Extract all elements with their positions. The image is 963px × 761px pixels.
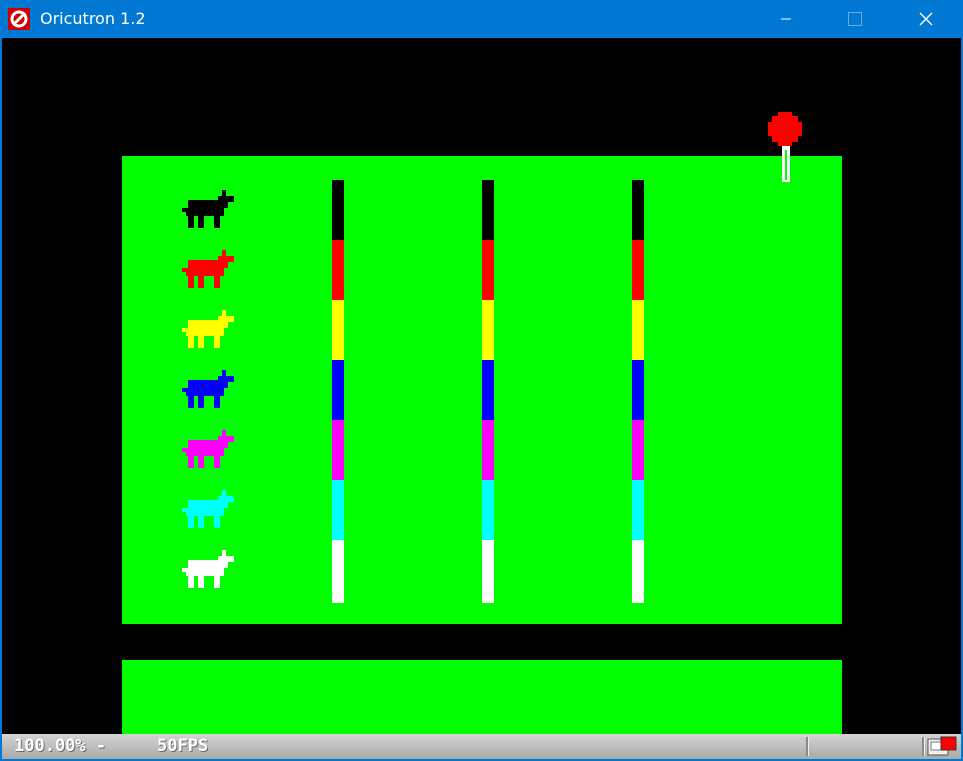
post-segment: [482, 180, 494, 240]
close-button[interactable]: [903, 0, 949, 38]
post-segment: [332, 240, 344, 300]
minimize-button[interactable]: [763, 0, 809, 38]
color-post: [482, 180, 494, 603]
post-segment: [632, 300, 644, 360]
post-segment: [632, 540, 644, 603]
maximize-button[interactable]: [832, 0, 878, 38]
post-segment: [332, 420, 344, 480]
post-segment: [632, 240, 644, 300]
color-post: [632, 180, 644, 603]
maximize-icon: [848, 12, 862, 26]
oricutron-logo-icon[interactable]: [8, 8, 30, 30]
post-segment: [482, 240, 494, 300]
post-segment: [632, 180, 644, 240]
post-segment: [632, 360, 644, 420]
horse-icon: [182, 310, 234, 348]
status-separator: [806, 737, 809, 756]
post-segment: [632, 420, 644, 480]
post-segment: [332, 180, 344, 240]
race-field: [122, 156, 842, 624]
speed-readout: 100.00% -: [14, 736, 107, 756]
fps-readout: 50FPS: [157, 736, 209, 756]
title-bar[interactable]: Oricutron 1.2: [0, 0, 963, 38]
app-window: Oricutron 1.2 100.00% - 50FPS: [0, 0, 963, 761]
post-segment: [482, 480, 494, 540]
horse-icon: [182, 250, 234, 288]
post-segment: [482, 420, 494, 480]
message-panel: [122, 660, 842, 734]
tape-icon[interactable]: [927, 736, 957, 757]
post-segment: [482, 300, 494, 360]
horse-icon: [182, 370, 234, 408]
minimize-icon: [781, 18, 791, 20]
close-icon: [919, 12, 933, 26]
post-segment: [332, 300, 344, 360]
post-segment: [332, 540, 344, 603]
status-separator: [922, 737, 925, 756]
post-segment: [482, 360, 494, 420]
window-title: Oricutron 1.2: [40, 9, 146, 28]
horse-icon: [182, 550, 234, 588]
horse-icon: [182, 430, 234, 468]
post-segment: [332, 480, 344, 540]
horse-icon: [182, 490, 234, 528]
emulator-screen[interactable]: [2, 38, 961, 734]
color-post: [332, 180, 344, 603]
horse-icon: [182, 190, 234, 228]
post-segment: [632, 480, 644, 540]
post-segment: [482, 540, 494, 603]
balloon-icon: [768, 112, 802, 182]
post-segment: [332, 360, 344, 420]
status-bar: 100.00% - 50FPS: [2, 734, 961, 759]
